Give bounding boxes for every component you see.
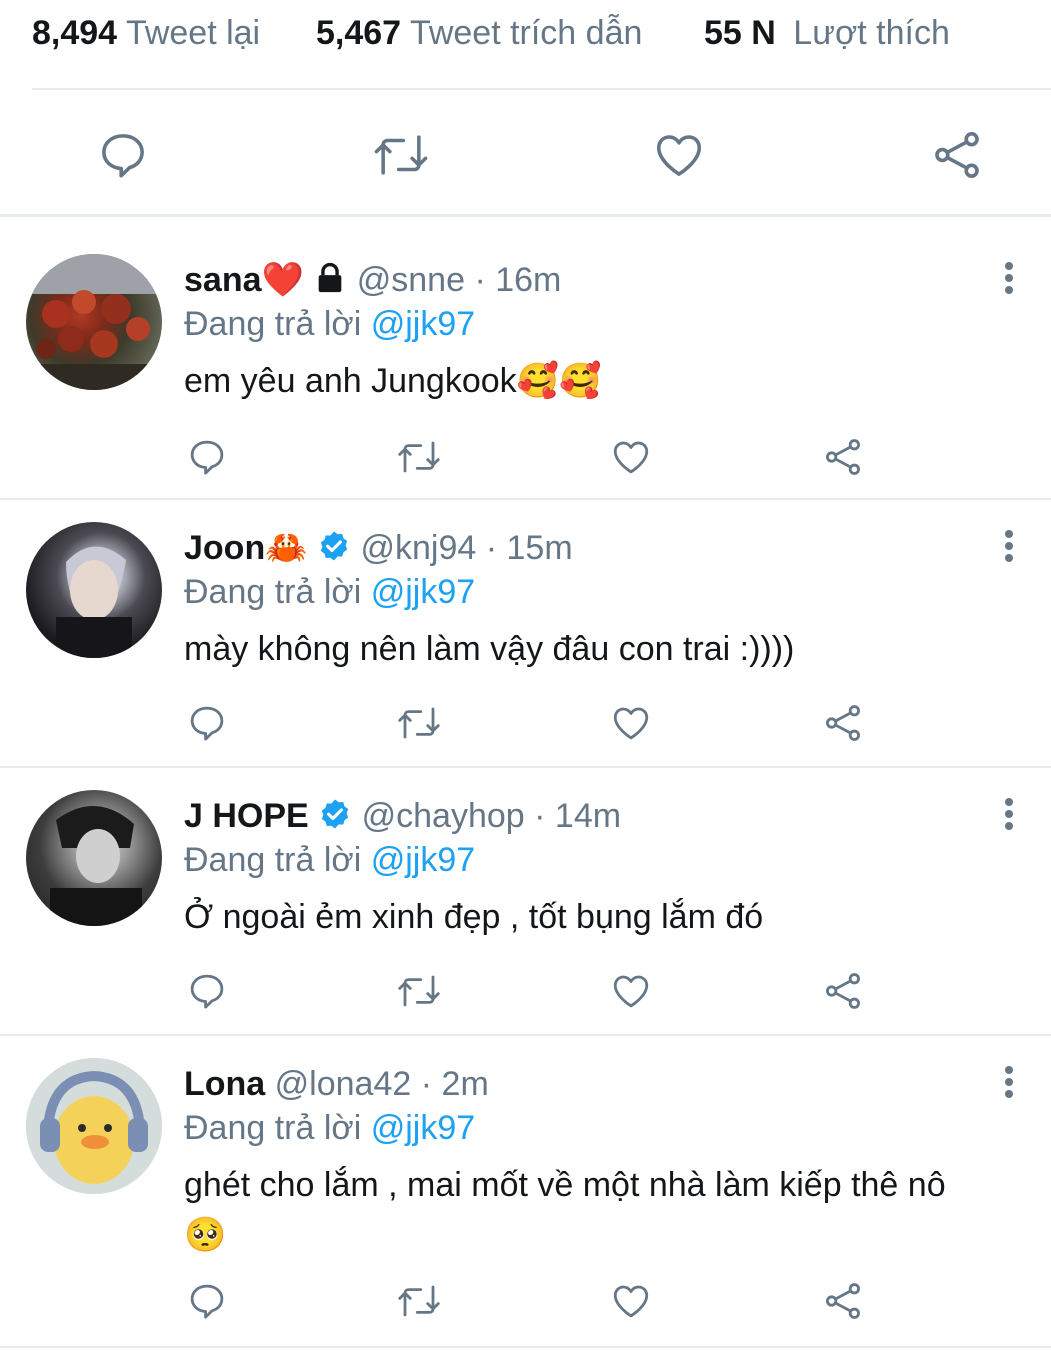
avatar-duck-graphic — [26, 1058, 162, 1194]
display-name[interactable]: Joon — [184, 529, 265, 567]
replying-label: Đang trả lời — [184, 841, 362, 879]
reply-tweet[interactable]: Joon🦀 @knj94 · 15m Đang trả lời @jjk97 m… — [0, 500, 1051, 766]
main-tweet-actions — [0, 92, 1051, 212]
retweets-count: 8,494 — [32, 14, 118, 52]
avatar[interactable] — [26, 522, 162, 658]
share-icon[interactable] — [822, 702, 864, 744]
lock-icon — [313, 261, 347, 304]
reply-emoji: 🥺 — [184, 1216, 227, 1254]
display-name[interactable]: J HOPE — [184, 797, 309, 835]
reply-icon[interactable] — [186, 970, 228, 1012]
reply-text: Ở ngoài ẻm xinh đẹp , tốt bụng lắm đó — [184, 898, 764, 936]
reply-header: J HOPE @chayhop · 14m — [184, 796, 621, 840]
handle[interactable]: @knj94 — [360, 529, 476, 567]
replying-to-line: Đang trả lời @jjk97 — [184, 840, 475, 880]
quotes-count: 5,467 — [316, 14, 402, 52]
retweets-label: Tweet lại — [125, 14, 261, 52]
likes-count: 55 N — [704, 14, 776, 52]
timestamp[interactable]: 14m — [555, 797, 621, 835]
more-options-icon[interactable] — [996, 1062, 1022, 1102]
likes-label: Lượt thích — [793, 14, 950, 52]
likes-stat[interactable]: 55 N Lượt thích — [704, 14, 950, 53]
reply-text: mày không nên làm vậy đâu con trai :)))) — [184, 630, 795, 668]
reply-header: Joon🦀 @knj94 · 15m — [184, 528, 573, 572]
retweet-icon[interactable] — [396, 702, 442, 744]
more-options-icon[interactable] — [996, 258, 1022, 298]
verified-badge-icon — [317, 529, 351, 572]
quotes-stat[interactable]: 5,467 Tweet trích dẫn — [316, 14, 642, 53]
timestamp[interactable]: 15m — [507, 529, 573, 567]
retweet-icon[interactable] — [396, 970, 442, 1012]
reply-text: ghét cho lắm , mai mốt về một nhà làm ki… — [184, 1166, 946, 1204]
name-emoji: ❤️ — [261, 261, 304, 299]
avatar[interactable] — [26, 790, 162, 926]
display-name[interactable]: sana — [184, 261, 262, 299]
replying-label: Đang trả lời — [184, 573, 362, 611]
avatar-portrait-graphic — [56, 546, 132, 658]
replying-label: Đang trả lời — [184, 305, 362, 343]
retweets-stat[interactable]: 8,494 Tweet lại — [32, 14, 260, 53]
heart-icon[interactable] — [610, 702, 652, 744]
stats-divider — [32, 88, 1051, 90]
display-name[interactable]: Lona — [184, 1065, 265, 1103]
reply-icon[interactable] — [96, 128, 150, 182]
reply-text: em yêu anh Jungkook🥰🥰 — [184, 362, 602, 400]
share-icon[interactable] — [822, 970, 864, 1012]
reply-divider — [0, 1346, 1051, 1348]
reply-tweet[interactable]: Lona @lona42 · 2m Đang trả lời @jjk97 gh… — [0, 1036, 1051, 1346]
section-divider — [0, 214, 1051, 217]
replying-to-line: Đang trả lời @jjk97 — [184, 304, 475, 344]
quotes-label: Tweet trích dẫn — [409, 14, 643, 52]
reply-header: sana❤️ @snne · 16m — [184, 260, 561, 304]
share-icon[interactable] — [822, 1280, 864, 1322]
mention-link[interactable]: @jjk97 — [371, 841, 475, 879]
timestamp[interactable]: 16m — [495, 261, 561, 299]
handle[interactable]: @snne — [357, 261, 465, 299]
separator: · — [485, 529, 498, 567]
heart-icon[interactable] — [610, 1280, 652, 1322]
handle[interactable]: @chayhop — [362, 797, 525, 835]
timestamp[interactable]: 2m — [442, 1065, 489, 1103]
more-options-icon[interactable] — [996, 526, 1022, 566]
separator: · — [420, 1065, 433, 1103]
reply-tweet[interactable]: J HOPE @chayhop · 14m Đang trả lời @jjk9… — [0, 768, 1051, 1034]
heart-icon[interactable] — [610, 970, 652, 1012]
mention-link[interactable]: @jjk97 — [371, 305, 475, 343]
tweet-stats-bar: 8,494 Tweet lại 5,467 Tweet trích dẫn 55… — [0, 0, 1051, 70]
mention-link[interactable]: @jjk97 — [371, 1109, 475, 1147]
avatar[interactable] — [26, 1058, 162, 1194]
avatar[interactable] — [26, 254, 162, 390]
reply-icon[interactable] — [186, 702, 228, 744]
heart-icon[interactable] — [652, 128, 706, 182]
more-options-icon[interactable] — [996, 794, 1022, 834]
reply-text-block: ghét cho lắm , mai mốt về một nhà làm ki… — [184, 1160, 1024, 1260]
handle[interactable]: @lona42 — [275, 1065, 412, 1103]
replying-to-line: Đang trả lời @jjk97 — [184, 572, 475, 612]
separator: · — [474, 261, 486, 299]
reply-header: Lona @lona42 · 2m — [184, 1064, 489, 1104]
separator: · — [534, 797, 546, 835]
reply-tweet[interactable]: sana❤️ @snne · 16m Đang trả lời @jjk97 e… — [0, 218, 1051, 498]
reply-icon[interactable] — [186, 1280, 228, 1322]
reply-icon[interactable] — [186, 436, 228, 478]
verified-badge-icon — [318, 797, 352, 840]
retweet-icon[interactable] — [372, 128, 430, 182]
replying-label: Đang trả lời — [184, 1109, 362, 1147]
heart-icon[interactable] — [610, 436, 652, 478]
share-icon[interactable] — [930, 128, 984, 182]
mention-link[interactable]: @jjk97 — [371, 573, 475, 611]
retweet-icon[interactable] — [396, 436, 442, 478]
avatar-portrait-graphic — [50, 805, 142, 926]
name-emoji: 🦀 — [265, 529, 308, 567]
replying-to-line: Đang trả lời @jjk97 — [184, 1108, 475, 1148]
retweet-icon[interactable] — [396, 1280, 442, 1322]
share-icon[interactable] — [822, 436, 864, 478]
avatar-flowers-graphic — [26, 254, 162, 390]
